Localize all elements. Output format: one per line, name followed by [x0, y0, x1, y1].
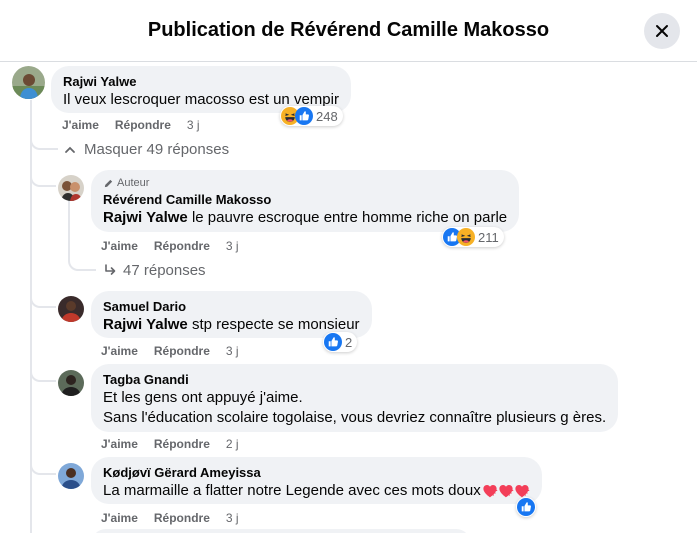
comment-timestamp[interactable]: 3 j [226, 343, 239, 359]
reply-button[interactable]: Répondre [154, 510, 210, 526]
author-badge: Auteur [103, 177, 507, 190]
reply-button[interactable]: Répondre [154, 238, 210, 254]
thread-elbow [30, 134, 58, 150]
reaction-count: 2 [345, 334, 353, 350]
comment-author[interactable]: Rajwi Yalwe [63, 74, 339, 90]
comment-timestamp[interactable]: 3 j [226, 510, 239, 526]
haha-icon [457, 228, 475, 246]
comment-text: Rajwi Yalwe le pauvre escroque entre hom… [103, 208, 507, 228]
comment-text-body: La marmaille a flatter notre Legende ave… [103, 482, 481, 499]
avatar[interactable] [58, 175, 84, 201]
comment-actions: J'aime Répondre 3 j [101, 510, 239, 526]
heart-emoji [498, 483, 514, 499]
like-button[interactable]: J'aime [101, 238, 138, 254]
reaction-count: 211 [478, 229, 499, 245]
reaction-summary[interactable] [516, 497, 536, 517]
comment-text: Rajwi Yalwe stp respecte se monsieur [103, 315, 360, 335]
like-button[interactable]: J'aime [101, 343, 138, 359]
reaction-count: 248 [316, 108, 338, 124]
comment-bubble: Samuel Dario Rajwi Yalwe stp respecte se… [91, 291, 372, 338]
avatar[interactable] [12, 66, 45, 99]
reaction-summary[interactable]: 248 [280, 106, 343, 126]
comment-author[interactable]: Kødjøvï Gërard Ameyissa [103, 465, 530, 481]
comment-timestamp[interactable]: 3 j [226, 238, 239, 254]
reply-arrow-icon [105, 264, 116, 275]
thread-elbow [30, 365, 56, 382]
comment-bubble: Tagba Gnandi Et les gens ont appuyé j'ai… [91, 364, 619, 432]
thread-elbow [30, 291, 56, 308]
pen-icon [104, 179, 113, 188]
like-icon [517, 498, 535, 516]
like-icon [324, 333, 342, 351]
comment-author[interactable]: Tagba Gnandi [103, 372, 606, 388]
dialog-header: Publication de Révérend Camille Makosso [0, 0, 697, 62]
comment-text: La marmaille a flatter notre Legende ave… [103, 481, 530, 501]
like-button[interactable]: J'aime [62, 117, 99, 133]
heart-emoji [482, 483, 498, 499]
avatar[interactable] [58, 296, 84, 322]
comment-actions: J'aime Répondre 2 j [101, 436, 239, 452]
comment-bubble: Auteur Révérend Camille Makosso Rajwi Ya… [91, 170, 520, 232]
close-icon [656, 25, 668, 37]
avatar[interactable] [58, 370, 84, 396]
comment-author[interactable]: Révérend Camille Makosso [103, 192, 507, 208]
reply-button[interactable]: Répondre [154, 343, 210, 359]
avatar[interactable] [58, 463, 84, 489]
comment-bubble-partial [91, 529, 471, 533]
comment-text-body: le pauvre escroque entre homme riche on … [187, 209, 508, 226]
comment-actions: J'aime Répondre 3 j [62, 117, 200, 133]
comment-timestamp[interactable]: 2 j [226, 436, 239, 452]
thread-elbow [68, 250, 96, 271]
thread-elbow [30, 458, 56, 475]
like-button[interactable]: J'aime [101, 510, 138, 526]
comment-author[interactable]: Samuel Dario [103, 299, 360, 315]
thread-elbow [30, 170, 56, 187]
close-button[interactable] [644, 13, 680, 49]
reply-button[interactable]: Répondre [154, 436, 210, 452]
reply-button[interactable]: Répondre [115, 117, 171, 133]
comment-actions: J'aime Répondre 3 j [101, 238, 239, 254]
view-replies-button[interactable]: 47 réponses [104, 262, 206, 279]
mention-link[interactable]: Rajwi Yalwe [103, 316, 188, 333]
reaction-summary[interactable]: 211 [442, 227, 504, 247]
comment-timestamp[interactable]: 3 j [187, 117, 200, 133]
hide-replies-label: Masquer 49 réponses [84, 141, 230, 158]
like-icon [295, 107, 313, 125]
dialog-title: Publication de Révérend Camille Makosso [147, 19, 550, 41]
comment-bubble: Kødjøvï Gërard Ameyissa La marmaille a f… [91, 457, 542, 504]
view-replies-label: 47 réponses [123, 262, 206, 279]
author-badge-label: Auteur [117, 177, 150, 189]
comment-text-line: Sans l'éducation scolaire togolaise, vou… [103, 409, 607, 426]
reaction-summary[interactable]: 2 [323, 332, 358, 352]
hide-replies-button[interactable]: Masquer 49 réponses [64, 141, 229, 158]
comment-text-body: stp respecte se monsieur [187, 316, 360, 333]
comment-text-line: Et les gens ont appuyé j'aime. [103, 389, 303, 406]
comment-actions: J'aime Répondre 3 j [101, 343, 239, 359]
mention-link[interactable]: Rajwi Yalwe [103, 209, 188, 226]
like-button[interactable]: J'aime [101, 436, 138, 452]
chevron-up-icon [65, 146, 75, 153]
